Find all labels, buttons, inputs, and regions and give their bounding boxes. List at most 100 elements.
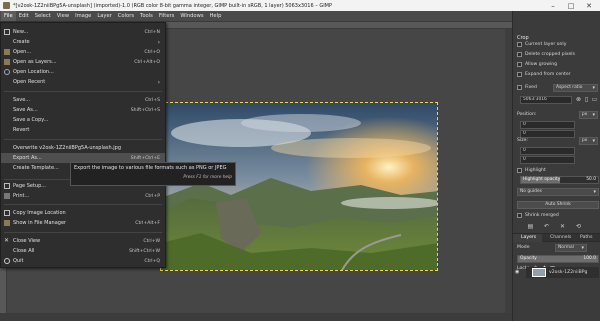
quit-icon (4, 258, 10, 264)
landscape-icon[interactable]: ▭ (591, 96, 598, 103)
clear-icon[interactable]: ⊗ (575, 96, 582, 103)
highlight-label: Highlight (525, 168, 546, 173)
size-unit-combo[interactable]: px ▾ (579, 137, 598, 145)
menu-separator (4, 139, 162, 140)
menu-item-open-as-layers[interactable]: Open as Layers... Ctrl+Alt+O (1, 57, 165, 67)
allow-growing-label: Allow growing (525, 62, 558, 67)
current-layer-only-label: Current layer only (525, 42, 567, 47)
template-icon (4, 165, 10, 171)
menu-item-copy-image-location[interactable]: Copy Image Location (1, 208, 165, 218)
layer-mode-value: Normal (558, 245, 574, 250)
export-icon (4, 155, 10, 161)
allow-growing-checkbox[interactable] (517, 62, 522, 67)
window-titlebar: *[v2osk-1Z2niiBPg5A-unsplash] (imported)… (0, 0, 600, 11)
shrink-merged-checkbox[interactable] (517, 213, 522, 218)
menu-item-open-recent[interactable]: Open Recent › (1, 77, 165, 87)
portrait-icon[interactable]: ▯ (583, 96, 590, 103)
menu-view[interactable]: View (54, 11, 72, 21)
chevron-down-icon: ▾ (592, 85, 595, 91)
delete-cropped-pixels-checkbox[interactable] (517, 52, 522, 57)
menu-item-save-label: Save... (13, 97, 31, 103)
position-x-field[interactable]: 0 (520, 121, 575, 129)
menu-item-create[interactable]: Create › (1, 37, 165, 47)
menu-item-revert-label: Revert (13, 127, 30, 133)
expand-from-center-label: Expand from center (525, 72, 571, 77)
highlight-opacity-slider[interactable]: Highlight opacity 50.0 (520, 176, 599, 184)
menu-windows[interactable]: Windows (177, 11, 206, 21)
menu-item-print[interactable]: Print... Ctrl+P (1, 191, 165, 201)
current-layer-only-checkbox[interactable] (517, 42, 522, 47)
chevron-down-icon: ▾ (593, 189, 596, 195)
tab-layers[interactable]: Layers (513, 234, 542, 242)
menu-item-new[interactable]: New... Ctrl+N (1, 27, 165, 37)
menu-item-export-as-accel: Shift+Ctrl+E (130, 155, 160, 161)
menu-item-close-all[interactable]: Close All Shift+Ctrl+W (1, 246, 165, 256)
menu-layer[interactable]: Layer (94, 11, 114, 21)
menu-item-save-accel: Ctrl+S (145, 97, 160, 103)
menu-item-revert[interactable]: Revert (1, 125, 165, 135)
image-photo[interactable] (160, 102, 438, 271)
vertical-scrollbar[interactable] (505, 29, 512, 313)
window-controls: – □ ✕ (544, 0, 598, 11)
minimize-button[interactable]: – (544, 0, 562, 11)
close-button[interactable]: ✕ (580, 0, 598, 11)
menu-item-copy-image-location-label: Copy Image Location (13, 210, 66, 216)
menu-help[interactable]: Help (207, 11, 225, 21)
delete-preset-icon[interactable]: ✕ (559, 223, 566, 230)
menu-tools[interactable]: Tools (137, 11, 156, 21)
menu-item-overwrite-label: Overwrite v2osk-1Z2niiBPg5A-unsplash.jpg (13, 145, 122, 151)
file-menu-dropdown: New... Ctrl+N Create › Open... Ctrl+O Op… (0, 22, 166, 268)
menu-item-quit[interactable]: Quit Ctrl+Q (1, 256, 165, 266)
reset-icon[interactable]: ⟲ (575, 223, 582, 230)
size-unit-value: px (582, 138, 588, 143)
open-layers-icon (4, 59, 10, 65)
menu-item-open[interactable]: Open... Ctrl+O (1, 47, 165, 57)
menu-file[interactable]: File (1, 11, 16, 21)
menu-item-save[interactable]: Save... Ctrl+S (1, 95, 165, 105)
position-y-field[interactable]: 0 (520, 130, 575, 138)
menu-item-save-as[interactable]: Save As... Shift+Ctrl+S (1, 105, 165, 115)
auto-shrink-button[interactable]: Auto Shrink (517, 201, 599, 209)
window-title: *[v2osk-1Z2niiBPg5A-unsplash] (imported)… (13, 2, 333, 9)
maximize-button[interactable]: □ (562, 0, 580, 11)
menu-separator (4, 232, 162, 233)
layers-tabbar: Layers Channels Paths (513, 233, 600, 242)
guides-value: No guides (520, 189, 542, 194)
menu-item-show-in-file-manager[interactable]: Show in File Manager Ctrl+Alt+F (1, 218, 165, 228)
overwrite-icon (4, 145, 10, 151)
globe-icon (4, 69, 10, 75)
tab-channels[interactable]: Channels (542, 234, 572, 242)
status-bar (0, 313, 512, 321)
layer-visibility-eye-icon[interactable]: ◉ (515, 269, 521, 275)
layer-opacity-slider[interactable]: Opacity 100.0 (517, 255, 599, 263)
expand-from-center-checkbox[interactable] (517, 72, 522, 77)
menu-item-close-view[interactable]: ✕ Close View Ctrl+W (1, 236, 165, 246)
aspect-ratio-field[interactable]: 5063:3016 (520, 96, 572, 104)
position-unit-value: px (582, 112, 588, 117)
restore-preset-icon[interactable]: ↶ (543, 223, 550, 230)
size-width-field[interactable]: 0 (520, 147, 575, 155)
tab-paths[interactable]: Paths (572, 234, 596, 242)
fixed-mode-combo[interactable]: Aspect ratio ▾ (553, 84, 598, 92)
landscape-photo (161, 103, 437, 270)
position-unit-combo[interactable]: px ▾ (579, 111, 598, 119)
menu-item-overwrite[interactable]: Overwrite v2osk-1Z2niiBPg5A-unsplash.jpg (1, 143, 165, 153)
tooltip-hint: Press F1 for more help (183, 175, 232, 180)
menu-item-open-location[interactable]: Open Location... (1, 67, 165, 77)
menu-item-show-in-file-manager-label: Show in File Manager (13, 220, 67, 226)
menu-colors[interactable]: Colors (115, 11, 137, 21)
menu-image[interactable]: Image (72, 11, 94, 21)
layer-mode-combo[interactable]: Normal ▾ (555, 244, 587, 252)
menu-item-open-as-layers-accel: Ctrl+Alt+O (134, 59, 160, 65)
fixed-checkbox[interactable] (517, 85, 522, 90)
menu-edit[interactable]: Edit (16, 11, 32, 21)
layer-opacity-label: Opacity (520, 256, 537, 261)
layer-name[interactable]: v2osk-1Z2niiBPg (549, 270, 587, 275)
guides-combo[interactable]: No guides ▾ (517, 188, 599, 196)
save-preset-icon[interactable]: ▤ (527, 223, 534, 230)
size-height-field[interactable]: 0 (520, 156, 575, 164)
menu-filters[interactable]: Filters (156, 11, 178, 21)
highlight-checkbox[interactable] (517, 168, 522, 173)
menu-select[interactable]: Select (32, 11, 54, 21)
menu-item-save-a-copy[interactable]: Save a Copy... (1, 115, 165, 125)
